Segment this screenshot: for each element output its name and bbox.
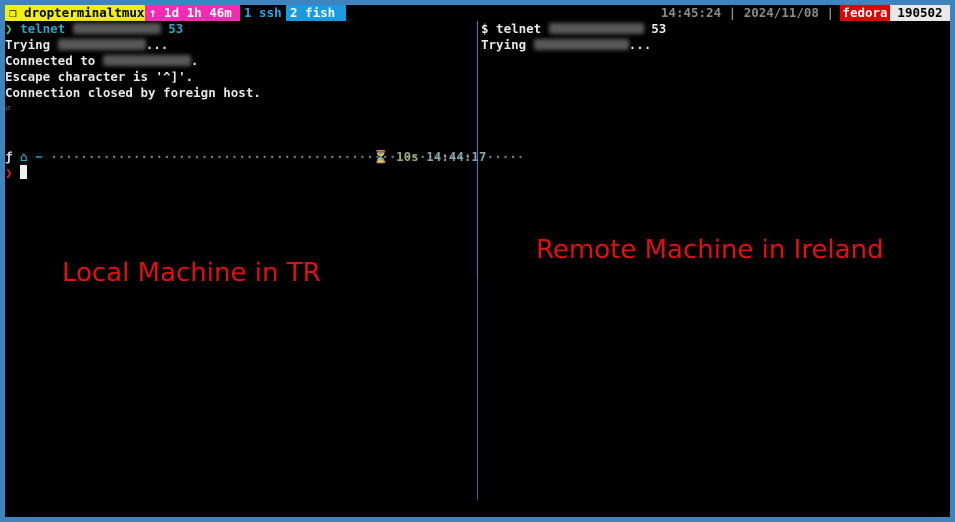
text-cursor: [20, 165, 28, 179]
telnet-command-line: $ telnet 53: [481, 21, 666, 37]
trying-line: Trying ...: [481, 37, 651, 53]
redacted-ip: [533, 39, 629, 50]
command-duration: 10s: [396, 149, 419, 164]
connected-suffix: .: [190, 53, 199, 68]
prompt-home: ~: [35, 149, 43, 164]
trying-line: Trying ...: [5, 37, 168, 53]
trying-text: Trying: [481, 37, 527, 52]
prompt-chevron-icon: ❯: [5, 165, 21, 180]
input-line[interactable]: ❯: [5, 165, 28, 181]
uptime-indicator: ↑ 1d 1h 46m: [145, 5, 240, 21]
telnet-command-line: ❯ telnet 53: [5, 21, 183, 37]
hourglass-icon: ⏳: [373, 149, 389, 164]
trying-text: Trying: [5, 37, 51, 52]
right-terminal-pane[interactable]: $ telnet 53 Trying ... Remote Machine in…: [479, 21, 950, 517]
fedora-icon: ƒ: [5, 149, 13, 164]
left-terminal-pane[interactable]: ❯ telnet 53 Trying ... Connected to . Es…: [5, 21, 524, 517]
pane-divider-inactive: [477, 277, 478, 500]
redacted-ip: [57, 39, 146, 50]
tmux-status-bar: ❐ dropterminaltmux ↑ 1d 1h 46m 1 ssh 2 f…: [5, 5, 950, 21]
return-icon: ⏎: [5, 104, 11, 114]
window-tab-ssh[interactable]: 1 ssh: [240, 5, 284, 21]
clock-date: 14:45:24 | 2024/11/08 |: [660, 5, 834, 20]
command-text: telnet: [20, 21, 66, 36]
status-number: 190502: [890, 5, 950, 21]
redacted-ip: [102, 55, 191, 66]
window-tab-fish[interactable]: 2 fish: [286, 5, 346, 21]
redacted-host: [72, 23, 161, 34]
escape-line: Escape character is '^]'.: [5, 69, 194, 84]
port-number: 53: [651, 21, 667, 36]
session-name[interactable]: ❐ dropterminaltmux: [5, 5, 145, 21]
prompt-right-info: ⏳ 10s 14:44:17: [373, 149, 486, 165]
pane-divider-active: [477, 21, 478, 277]
redacted-host: [548, 23, 644, 34]
annotation-local: Local Machine in TR: [62, 258, 321, 288]
prompt-arrow-icon: ❯: [5, 21, 21, 36]
command-text: $ telnet: [481, 21, 542, 36]
connected-line: Connected to .: [5, 53, 198, 69]
hostname-badge: fedora: [840, 5, 890, 21]
closed-line: Connection closed by foreign host.: [5, 85, 261, 100]
trying-suffix: ...: [145, 37, 169, 52]
port-number: 53: [168, 21, 184, 36]
annotation-remote: Remote Machine in Ireland: [536, 235, 884, 265]
trying-suffix: ...: [628, 37, 652, 52]
connected-text: Connected to: [5, 53, 96, 68]
home-icon: ⌂: [20, 149, 28, 164]
